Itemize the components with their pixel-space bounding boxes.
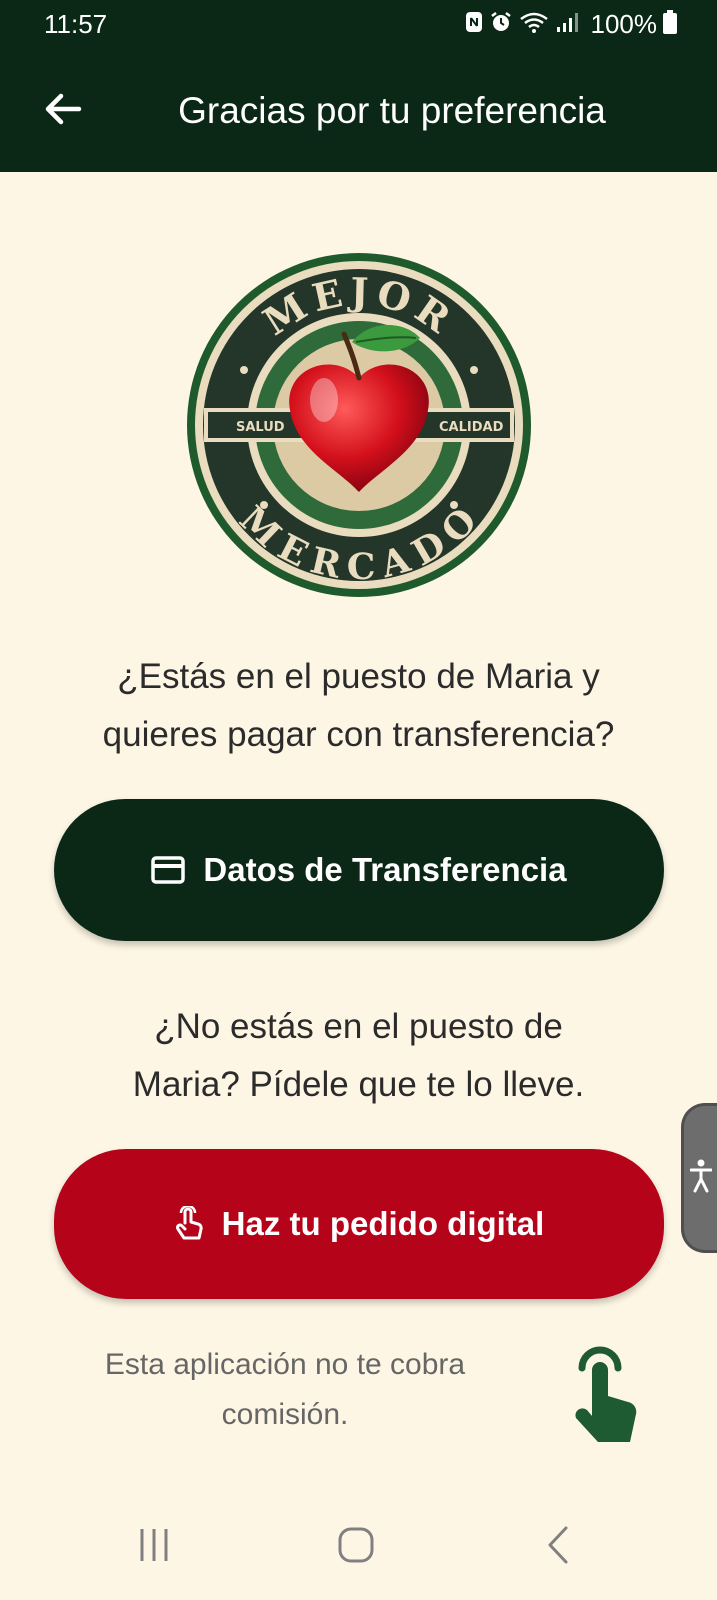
no-commission-note: Esta aplicación no te cobra comisión.	[60, 1340, 510, 1440]
status-icons: 100%	[465, 8, 677, 40]
status-time: 11:57	[44, 9, 108, 39]
transfer-question-line-1: ¿Estás en el puesto de Maria y	[117, 657, 600, 696]
digital-order-label: Haz tu pedido digital	[221, 1205, 545, 1242]
recent-apps-button[interactable]	[124, 1522, 184, 1572]
green-tap-hand-icon	[572, 1346, 648, 1451]
mejor-mercado-logo: MEJOR MERCADO SALUD CALIDAD	[184, 250, 534, 605]
transfer-question-line-2: quieres pagar con transferencia?	[102, 715, 615, 754]
tap-hand-icon	[174, 1206, 204, 1242]
wifi-icon	[519, 10, 549, 39]
order-question-line-2: Maria? Pídele que te lo lleve.	[132, 1065, 585, 1104]
battery-icon	[663, 9, 677, 39]
nfc-icon	[465, 11, 483, 38]
accessibility-button[interactable]	[681, 1103, 717, 1253]
alarm-icon	[489, 10, 513, 39]
credit-card-icon	[151, 856, 186, 884]
no-commission-line-1: Esta aplicación no te cobra	[104, 1348, 466, 1381]
arrow-left-icon	[43, 89, 83, 134]
transfer-details-button[interactable]: Datos de Transferencia	[54, 799, 664, 941]
transfer-question: ¿Estás en el puesto de Maria y quieres p…	[20, 648, 697, 764]
home-icon	[337, 1526, 375, 1569]
logo-left-banner: SALUD	[236, 420, 285, 435]
signal-icon	[555, 10, 579, 39]
battery-percent: 100%	[590, 9, 658, 39]
system-back-button[interactable]	[528, 1522, 588, 1572]
system-nav-bar	[0, 1500, 717, 1600]
back-chevron-icon	[546, 1525, 570, 1570]
order-question: ¿No estás en el puesto de Maria? Pídele …	[20, 998, 697, 1114]
no-commission-line-2: comisión.	[221, 1398, 349, 1431]
transfer-details-label: Datos de Transferencia	[203, 851, 567, 888]
home-button[interactable]	[326, 1522, 386, 1572]
recent-apps-icon	[136, 1527, 172, 1568]
page-title: Gracias por tu preferencia	[178, 90, 606, 131]
back-button[interactable]	[36, 84, 90, 138]
digital-order-button[interactable]: Haz tu pedido digital	[54, 1149, 664, 1299]
app-header: 11:57 100% Gracias por tu preferencia	[0, 0, 717, 172]
order-question-line-1: ¿No estás en el puesto de	[154, 1007, 563, 1046]
logo-right-banner: CALIDAD	[439, 420, 504, 435]
accessibility-icon	[689, 1159, 712, 1198]
